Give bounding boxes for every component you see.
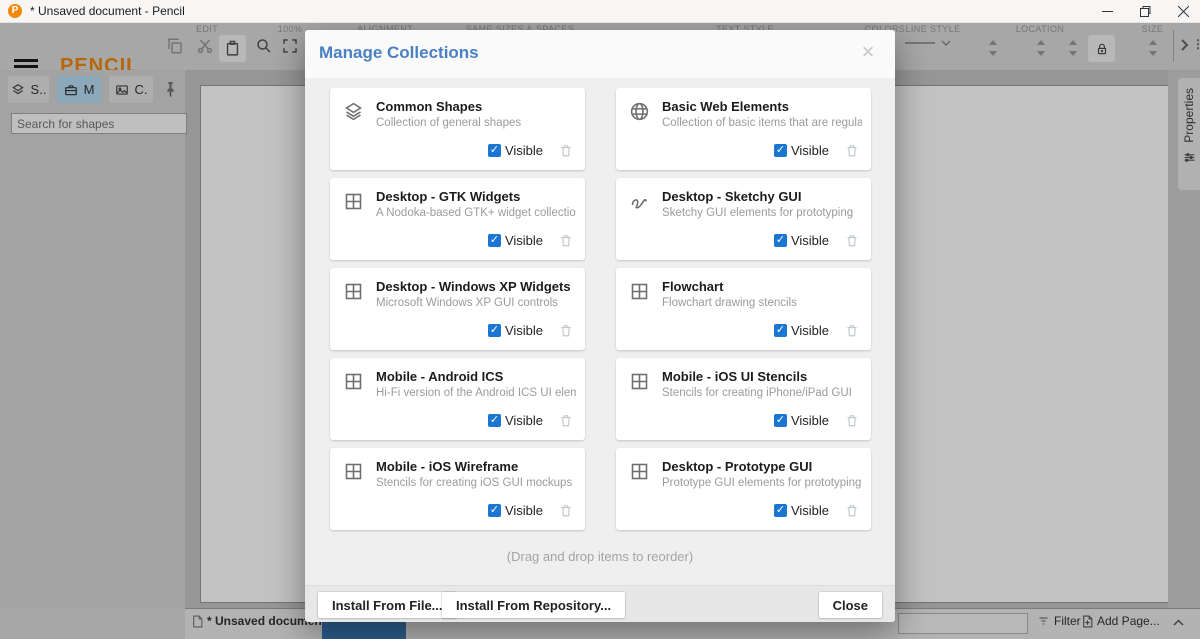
collection-description: Stencils for creating iOS GUI mockups <box>376 477 576 489</box>
install-from-repository-button[interactable]: Install From Repository... <box>442 592 625 618</box>
grid-icon <box>343 281 364 302</box>
collection-title: Basic Web Elements <box>662 99 789 114</box>
dialog-footer: Install From File... Install From Reposi… <box>305 585 895 622</box>
trash-icon[interactable] <box>559 413 573 428</box>
trash-icon[interactable] <box>845 413 859 428</box>
grid-icon <box>629 461 650 482</box>
visible-checkbox[interactable]: ✓ <box>488 234 501 247</box>
collection-description: Flowchart drawing stencils <box>662 297 862 309</box>
collections-grid: Common Shapes Collection of general shap… <box>330 88 871 530</box>
visible-label: Visible <box>505 503 543 518</box>
visible-label: Visible <box>791 413 829 428</box>
trash-icon[interactable] <box>845 323 859 338</box>
close-window-button[interactable] <box>1166 0 1200 22</box>
trash-icon[interactable] <box>559 143 573 158</box>
visible-checkbox[interactable]: ✓ <box>774 234 787 247</box>
collection-title: Desktop - Sketchy GUI <box>662 189 801 204</box>
grid-icon <box>343 461 364 482</box>
trash-icon[interactable] <box>845 143 859 158</box>
app-window: P * Unsaved document - Pencil PENCIL EDI… <box>0 0 1200 639</box>
collection-description: Prototype GUI elements for prototyping <box>662 477 862 489</box>
visible-label: Visible <box>505 413 543 428</box>
collection-description: Collection of general shapes <box>376 117 576 129</box>
collection-card[interactable]: Desktop - GTK Widgets A Nodoka-based GTK… <box>330 178 585 260</box>
minimize-button[interactable] <box>1090 0 1124 22</box>
visible-checkbox[interactable]: ✓ <box>488 324 501 337</box>
collection-description: Stencils for creating iPhone/iPad GUI <box>662 387 862 399</box>
collection-title: Desktop - Windows XP Widgets <box>376 279 571 294</box>
trash-icon[interactable] <box>845 233 859 248</box>
dialog-title: Manage Collections <box>319 43 479 63</box>
dialog-header: Manage Collections × <box>305 30 895 78</box>
visible-checkbox[interactable]: ✓ <box>774 504 787 517</box>
visible-label: Visible <box>791 233 829 248</box>
close-icon[interactable]: × <box>857 41 879 63</box>
visible-label: Visible <box>791 503 829 518</box>
grid-icon <box>629 281 650 302</box>
window-title: * Unsaved document - Pencil <box>30 4 185 18</box>
visible-checkbox[interactable]: ✓ <box>488 504 501 517</box>
layers-icon <box>343 101 364 122</box>
collection-title: Common Shapes <box>376 99 482 114</box>
visible-label: Visible <box>505 323 543 338</box>
trash-icon[interactable] <box>559 323 573 338</box>
collection-description: A Nodoka-based GTK+ widget collection <box>376 207 576 219</box>
collection-title: Mobile - Android ICS <box>376 369 503 384</box>
trash-icon[interactable] <box>559 503 573 518</box>
restore-button[interactable] <box>1128 0 1162 22</box>
globe-icon <box>629 101 650 122</box>
collection-title: Flowchart <box>662 279 723 294</box>
manage-collections-dialog: Manage Collections × Common Shapes Colle… <box>305 30 895 622</box>
title-bar: P * Unsaved document - Pencil <box>0 0 1200 23</box>
collection-title: Mobile - iOS Wireframe <box>376 459 518 474</box>
collection-description: Sketchy GUI elements for prototyping <box>662 207 862 219</box>
visible-label: Visible <box>791 323 829 338</box>
visible-checkbox[interactable]: ✓ <box>774 324 787 337</box>
reorder-hint: (Drag and drop items to reorder) <box>305 549 895 564</box>
collection-description: Collection of basic items that are regul… <box>662 117 862 129</box>
collection-card[interactable]: Desktop - Prototype GUI Prototype GUI el… <box>616 448 871 530</box>
collection-card[interactable]: Desktop - Sketchy GUI Sketchy GUI elemen… <box>616 178 871 260</box>
collection-card[interactable]: Mobile - Android ICS Hi-Fi version of th… <box>330 358 585 440</box>
collection-card[interactable]: Flowchart Flowchart drawing stencils ✓ V… <box>616 268 871 350</box>
visible-label: Visible <box>505 143 543 158</box>
grid-icon <box>343 191 364 212</box>
collection-card[interactable]: Basic Web Elements Collection of basic i… <box>616 88 871 170</box>
visible-label: Visible <box>505 233 543 248</box>
collection-title: Desktop - Prototype GUI <box>662 459 812 474</box>
close-button[interactable]: Close <box>819 592 882 618</box>
visible-checkbox[interactable]: ✓ <box>774 414 787 427</box>
visible-label: Visible <box>791 143 829 158</box>
visible-checkbox[interactable]: ✓ <box>774 144 787 157</box>
collection-description: Hi-Fi version of the Android ICS UI elem… <box>376 387 576 399</box>
grid-icon <box>343 371 364 392</box>
grid-icon <box>629 371 650 392</box>
collection-description: Microsoft Windows XP GUI controls <box>376 297 576 309</box>
collection-card[interactable]: Mobile - iOS Wireframe Stencils for crea… <box>330 448 585 530</box>
install-from-file-button[interactable]: Install From File... <box>318 592 457 618</box>
pencil-logo-icon: P <box>8 4 22 18</box>
trash-icon[interactable] <box>845 503 859 518</box>
collection-card[interactable]: Common Shapes Collection of general shap… <box>330 88 585 170</box>
squiggle-icon <box>629 191 650 212</box>
visible-checkbox[interactable]: ✓ <box>488 144 501 157</box>
collection-card[interactable]: Mobile - iOS UI Stencils Stencils for cr… <box>616 358 871 440</box>
trash-icon[interactable] <box>559 233 573 248</box>
collection-title: Desktop - GTK Widgets <box>376 189 520 204</box>
collection-title: Mobile - iOS UI Stencils <box>662 369 807 384</box>
collection-card[interactable]: Desktop - Windows XP Widgets Microsoft W… <box>330 268 585 350</box>
visible-checkbox[interactable]: ✓ <box>488 414 501 427</box>
